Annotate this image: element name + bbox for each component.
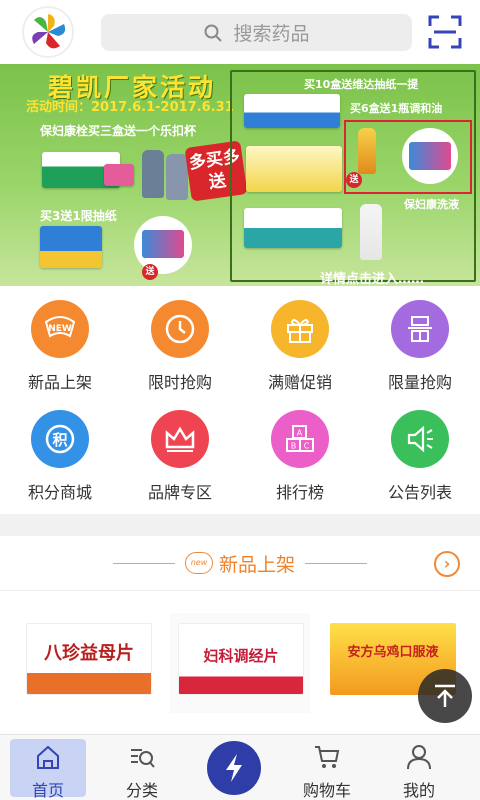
menu-item-ranking[interactable]: ABC 排行榜 (240, 396, 360, 506)
crown-icon (151, 410, 209, 468)
menu-item-flash-sale[interactable]: 限时抢购 (120, 286, 240, 396)
app-logo[interactable] (22, 6, 74, 58)
quick-order-button[interactable] (207, 741, 261, 795)
cart-icon (315, 746, 340, 768)
tissue-image (134, 216, 192, 274)
promo-highlight-frame: 送 (344, 120, 472, 194)
menu-item-brand-zone[interactable]: 品牌专区 (120, 396, 240, 506)
banner-right-panel: 买10盒送维达抽纸一提 买6盒送1瓶调和油 送 保妇康洗液 详情点击进入…… (230, 70, 476, 286)
svg-text:积: 积 (52, 431, 67, 449)
gift-tag: 送 (142, 264, 158, 280)
menu-item-points-mall[interactable]: 积 积分商城 (0, 396, 120, 506)
product-box-image (246, 146, 342, 192)
section-header: new 新品上架 (0, 536, 480, 590)
clock-icon (151, 300, 209, 358)
banner-promo-right-top: 买10盒送维达抽纸一提 (304, 78, 419, 91)
menu-label: 公告列表 (387, 483, 452, 502)
new-arrivals-section: new 新品上架 › 八珍益母片 妇科调经片 安方乌鸡口服液 (0, 536, 480, 743)
tab-label: 首页 (31, 781, 64, 800)
wash-bottle-image (360, 204, 382, 260)
svg-text:C: C (304, 442, 310, 451)
banner-date: 活动时间：2017.6.1-2017.6.31 (26, 100, 234, 115)
product-name: 安方乌鸡口服液 (347, 645, 439, 660)
search-bar[interactable]: 搜索药品 (101, 14, 412, 51)
menu-label: 积分商城 (27, 483, 92, 502)
oil-bottle-image (358, 128, 376, 174)
menu-item-new[interactable]: NEW 新品上架 (0, 286, 120, 396)
svg-text:A: A (297, 429, 303, 438)
menu-label: 限量抢购 (387, 373, 452, 392)
points-icon: 积 (31, 410, 89, 468)
product-box-image (244, 208, 342, 248)
scan-icon[interactable] (428, 15, 462, 49)
promo-banner[interactable]: 碧凯厂家活动 活动时间：2017.6.1-2017.6.31 保妇康栓买三盒送一… (0, 64, 480, 286)
tissue-image (402, 128, 458, 184)
tab-label: 分类 (125, 781, 158, 800)
shortcut-menu: NEW 新品上架 限时抢购 满赠促销 限量抢购 积 积分商城 品牌专区 ABC (0, 286, 480, 514)
top-header: 搜索药品 (0, 0, 480, 64)
tab-category[interactable]: 分类 (104, 739, 180, 800)
tab-cart[interactable]: 购物车 (289, 739, 365, 800)
tab-label: 购物车 (302, 781, 351, 800)
limit-icon (391, 300, 449, 358)
product-box-image (104, 164, 134, 186)
tab-profile[interactable]: 我的 (381, 739, 457, 800)
menu-label: 排行榜 (275, 483, 324, 502)
abc-blocks-icon: ABC (271, 410, 329, 468)
menu-item-limited[interactable]: 限量抢购 (360, 286, 480, 396)
home-icon (37, 745, 59, 769)
gift-tag: 送 (346, 172, 362, 188)
search-icon (204, 24, 223, 42)
menu-item-notices[interactable]: 公告列表 (360, 396, 480, 506)
menu-label: 品牌专区 (147, 483, 212, 502)
tab-home[interactable]: 首页 (10, 739, 86, 800)
gift-icon (271, 300, 329, 358)
menu-label: 满赠促销 (267, 373, 332, 392)
divider (112, 562, 175, 564)
svg-text:B: B (291, 442, 297, 451)
product-carousel: 八珍益母片 妇科调经片 安方乌鸡口服液 (0, 590, 480, 743)
product-card[interactable]: 妇科调经片 (170, 613, 310, 713)
product-name: 八珍益母片 (44, 643, 134, 664)
category-search-icon (131, 749, 155, 768)
lightning-icon (226, 754, 242, 782)
user-icon (407, 745, 431, 770)
section-title: 新品上架 (218, 553, 295, 576)
product-box-image (40, 226, 102, 268)
cup-image (166, 154, 188, 200)
product-box-image (244, 94, 340, 128)
bottom-tab-bar: 首页 分类 购物车 我的 (0, 734, 480, 800)
cup-image (142, 150, 164, 198)
product-card[interactable]: 八珍益母片 (18, 613, 158, 743)
banner-more-link[interactable]: 详情点击进入…… (320, 268, 424, 286)
product-name: 妇科调经片 (203, 647, 279, 665)
new-tag-icon: new (184, 552, 213, 574)
speaker-icon (391, 410, 449, 468)
back-to-top-button[interactable] (418, 669, 472, 723)
tab-label: 我的 (402, 781, 435, 800)
menu-item-gift-promo[interactable]: 满赠促销 (240, 286, 360, 396)
arrow-up-icon (435, 684, 455, 707)
chevron-right-icon[interactable]: › (434, 551, 460, 577)
svg-text:NEW: NEW (48, 324, 72, 334)
new-badge-icon: NEW (31, 300, 89, 358)
menu-label: 新品上架 (27, 373, 92, 392)
menu-label: 限时抢购 (147, 373, 212, 392)
banner-promo-left-bottom: 买3送1限抽纸 (40, 209, 117, 223)
banner-promo-right-mid: 买6盒送1瓶调和油 (350, 102, 443, 115)
divider (305, 562, 367, 564)
search-placeholder: 搜索药品 (233, 23, 310, 45)
banner-promo-right-bottom: 保妇康洗液 (404, 198, 459, 211)
banner-promo-left-top: 保妇康栓买三盒送一个乐扣杯 (40, 124, 197, 138)
